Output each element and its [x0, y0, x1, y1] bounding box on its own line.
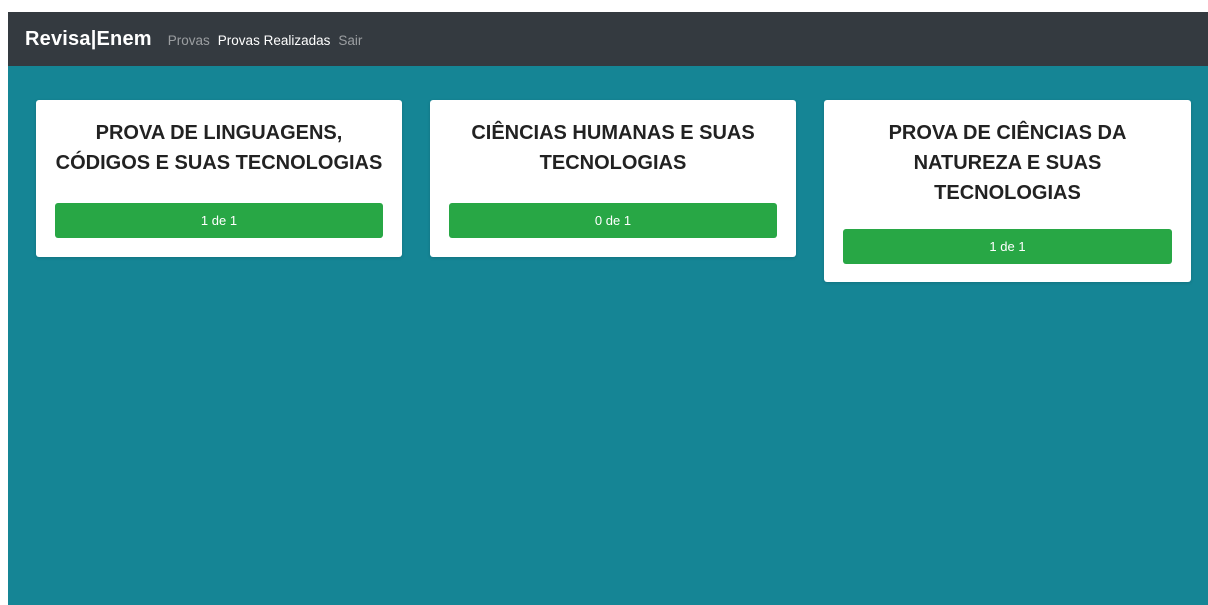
exam-card-title: CIÊNCIAS HUMANAS E SUAS TECNOLOGIAS [471, 122, 755, 174]
nav-links: Provas Provas Realizadas Sair [168, 33, 371, 48]
top-navbar: Revisa|Enem Provas Provas Realizadas Sai… [8, 12, 1208, 66]
app-frame: Revisa|Enem Provas Provas Realizadas Sai… [8, 12, 1208, 605]
exam-card-title: PROVA DE LINGUAGENS, CÓDIGOS E SUAS TECN… [55, 122, 383, 174]
exam-card-title: PROVA DE CIÊNCIAS DA NATUREZA E SUAS TEC… [888, 122, 1127, 204]
exam-progress-button[interactable]: 0 de 1 [449, 203, 777, 238]
brand-logo[interactable]: Revisa|Enem [25, 28, 152, 51]
exam-card: PROVA DE CIÊNCIAS DA NATUREZA E SUAS TEC… [824, 100, 1191, 282]
exam-progress-button[interactable]: 1 de 1 [55, 203, 383, 238]
exam-card: CIÊNCIAS HUMANAS E SUAS TECNOLOGIAS 0 de… [430, 100, 796, 257]
exam-progress-button[interactable]: 1 de 1 [843, 229, 1172, 264]
exam-card: PROVA DE LINGUAGENS, CÓDIGOS E SUAS TECN… [36, 100, 402, 257]
nav-link-provas[interactable]: Provas [168, 33, 210, 48]
nav-link-sair[interactable]: Sair [338, 33, 362, 48]
nav-link-provas-realizadas[interactable]: Provas Realizadas [218, 33, 331, 48]
